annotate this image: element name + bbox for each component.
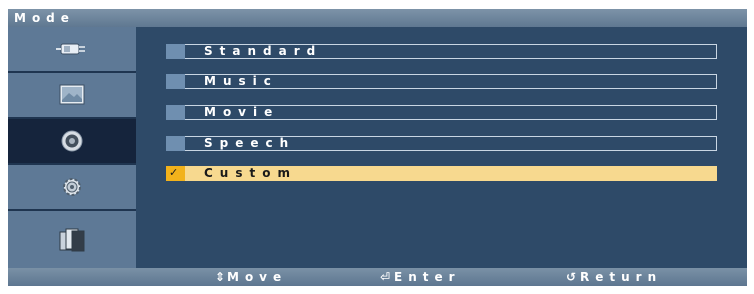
option-label: Music [204, 74, 278, 88]
option-label: Custom [204, 166, 297, 180]
osd-menu: Mode Standard Music Movie Speech ✓ Custo… [8, 9, 747, 286]
setup-gear-icon [63, 178, 81, 196]
check-icon: ✓ [169, 166, 179, 179]
option-movie[interactable]: Movie [166, 105, 717, 120]
input-plug-icon [56, 43, 85, 55]
move-icon: ⇕ [215, 270, 226, 284]
option-marker [166, 74, 185, 89]
enter-hint: Enter [394, 270, 461, 284]
menu-title: Mode [14, 11, 75, 25]
move-hint: Move [227, 270, 288, 284]
sidebar-item-multi-window[interactable] [8, 211, 136, 268]
option-speech[interactable]: Speech [166, 136, 717, 151]
option-list: Standard Music Movie Speech ✓ Custom [136, 27, 747, 268]
enter-icon: ⏎ [380, 270, 391, 284]
multi-window-icon [59, 228, 85, 251]
option-marker [166, 105, 185, 120]
option-label: Standard [204, 44, 323, 58]
option-marker [166, 136, 185, 151]
title-bar: Mode [8, 9, 747, 27]
picture-icon [59, 84, 85, 105]
sidebar [8, 27, 136, 268]
option-marker: ✓ [166, 166, 185, 181]
option-marker [166, 44, 185, 59]
sidebar-item-sound[interactable] [8, 119, 136, 165]
option-label: Speech [204, 136, 296, 150]
option-standard[interactable]: Standard [166, 44, 717, 59]
sound-speaker-icon [61, 130, 83, 152]
return-hint: Return [580, 270, 663, 284]
return-icon: ↺ [566, 270, 577, 284]
option-music[interactable]: Music [166, 74, 717, 89]
option-label: Movie [204, 105, 280, 119]
sidebar-item-input[interactable] [8, 27, 136, 73]
footer-hints: ⇕ Move ⏎ Enter ↺ Return [8, 268, 747, 286]
sidebar-item-setup[interactable] [8, 165, 136, 211]
option-custom[interactable]: ✓ Custom [166, 166, 717, 181]
sidebar-item-picture[interactable] [8, 73, 136, 119]
